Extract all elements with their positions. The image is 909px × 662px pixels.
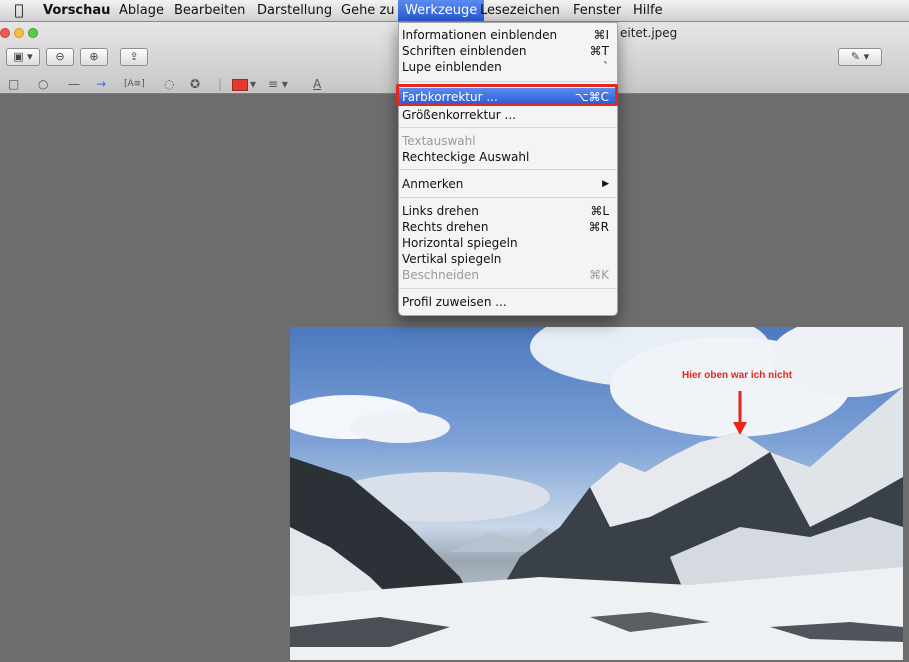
menu-item-rechteckige-auswahl[interactable]: Rechteckige Auswahl [399,149,617,165]
menu-item-lupe[interactable]: Lupe einblenden ` [399,59,617,75]
menu-separator [399,81,617,82]
zoom-window-button[interactable] [28,28,38,38]
menu-lesezeichen[interactable]: Lesezeichen [473,0,567,21]
menu-gehe-zu[interactable]: Gehe zu [334,0,402,21]
menu-separator [399,169,617,170]
zoom-in-icon[interactable]: ⊕ [80,48,108,66]
share-icon[interactable]: ⇪ [120,48,148,66]
window-title: eitet.jpeg [620,26,678,40]
menu-darstellung[interactable]: Darstellung [250,0,339,21]
menu-vorschau[interactable]: Vorschau [36,0,117,21]
werkzeuge-dropdown-menu: Informationen einblenden ⌘I Schriften ei… [398,22,618,316]
menu-werkzeuge[interactable]: Werkzeuge [398,0,485,21]
color-dropdown-icon[interactable]: ▾ [250,76,256,92]
highlight-box [396,84,618,106]
oval-icon[interactable]: ○ [38,76,48,92]
menu-bar:  Vorschau Ablage Bearbeiten Darstellung… [0,0,909,22]
menu-item-schriften[interactable]: Schriften einblenden ⌘T [399,43,617,59]
mountain-scene [290,327,903,660]
menu-item-links-drehen[interactable]: Links drehen ⌘L [399,203,617,219]
font-icon[interactable]: A [313,76,321,92]
menu-item-anmerken[interactable]: Anmerken ▶ [399,176,617,192]
close-window-button[interactable] [0,28,10,38]
menu-item-beschneiden: Beschneiden ⌘K [402,268,609,282]
color-swatch[interactable] [232,79,248,91]
apple-menu-icon[interactable]:  [10,0,28,21]
minimize-window-button[interactable] [14,28,24,38]
speech-bubble-icon[interactable]: ◌ [164,76,174,92]
menu-ablage[interactable]: Ablage [112,0,171,21]
menu-item-profil-zuweisen[interactable]: Profil zuweisen ... [399,294,617,310]
menu-bearbeiten[interactable]: Bearbeiten [167,0,252,21]
menu-hilfe[interactable]: Hilfe [626,0,670,21]
menu-item-vertikal-spiegeln[interactable]: Vertikal spiegeln [399,251,617,267]
menu-item-horizontal-spiegeln[interactable]: Horizontal spiegeln [399,235,617,251]
landscape-photo: Hier oben war ich nicht [290,327,903,660]
shape-icon[interactable]: ✪ [190,76,200,92]
menu-item-textauswahl: Textauswahl [402,134,476,148]
text-box-icon[interactable]: [A≡] [124,76,145,92]
arrow-icon[interactable]: → [96,76,106,92]
line-icon[interactable]: — [68,76,80,92]
menu-fenster[interactable]: Fenster [566,0,628,21]
rectangle-icon[interactable]: □ [8,76,19,92]
pen-icon[interactable]: ✎ ▾ [838,48,882,66]
submenu-arrow-icon: ▶ [602,179,609,189]
zoom-out-icon[interactable]: ⊖ [46,48,74,66]
menu-separator [399,197,617,198]
menu-item-informationen[interactable]: Informationen einblenden ⌘I [399,27,617,43]
line-style-icon[interactable]: ≡ ▾ [268,76,288,92]
photo-annotation-text: Hier oben war ich nicht [682,370,793,381]
sidebar-toggle-button[interactable]: ▣ ▾ [6,48,40,66]
menu-item-rechts-drehen[interactable]: Rechts drehen ⌘R [399,219,617,235]
menu-separator [399,288,617,289]
menu-item-groessenkorrektur[interactable]: Größenkorrektur ... [399,107,617,123]
menu-separator [399,127,617,128]
separator: | [218,77,223,91]
